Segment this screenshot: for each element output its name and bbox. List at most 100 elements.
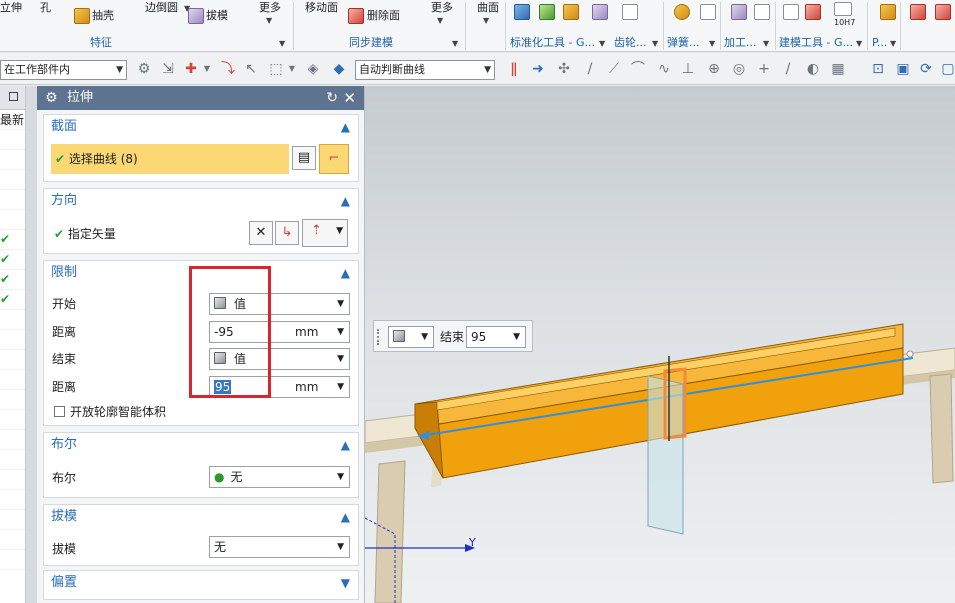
chevron-up-icon[interactable]: ▲ [341, 115, 350, 139]
ribbon-more-button-2[interactable]: 更多 [431, 1, 453, 15]
float-end-input[interactable]: 95 ▼ [466, 326, 526, 348]
chevron-down-icon[interactable]: ▼ [483, 17, 489, 25]
chevron-down-icon[interactable]: ▼ [199, 61, 215, 77]
offset-header[interactable]: 偏置 ▼ [44, 571, 358, 595]
list-item[interactable] [0, 130, 25, 150]
gc-tool-icon-1[interactable] [514, 4, 530, 20]
chevron-up-icon[interactable]: ▲ [341, 433, 350, 457]
snap-point-icon-8[interactable]: ◎ [731, 61, 747, 77]
vector-dialog-button[interactable]: ↳ [275, 221, 299, 245]
filter-icon[interactable]: ⚙ [136, 61, 152, 77]
snap-point-icon-3[interactable]: ⟋ [606, 61, 622, 77]
body-filter-icon[interactable]: ◈ [305, 61, 321, 77]
list-item[interactable]: ✔ [0, 290, 25, 310]
chevron-up-icon[interactable]: ▲ [341, 261, 350, 285]
select-all-icon[interactable]: ⇲ [160, 61, 176, 77]
ribbon-edge-blend-button[interactable]: 边倒圆 [145, 1, 178, 15]
fit-view-icon[interactable]: ⊡ [870, 61, 886, 77]
chevron-down-icon[interactable]: ▼ [337, 377, 344, 397]
selection-scope-select[interactable]: 在工作部件内 ▼ [0, 60, 127, 80]
start-distance-unit[interactable]: mm [295, 322, 318, 342]
chevron-down-icon[interactable]: ▼ [341, 571, 350, 595]
drag-handle[interactable] [377, 329, 381, 345]
snap-point-icon-5[interactable]: ∿ [656, 61, 672, 77]
snap-point-icon-7[interactable]: ⊕ [706, 61, 722, 77]
spring-tool-icon[interactable] [700, 4, 716, 20]
gc-tool-icon-3[interactable] [563, 4, 579, 20]
boolean-select[interactable]: ● 无 ▼ [209, 466, 350, 488]
boolean-header[interactable]: 布尔 ▲ [44, 433, 358, 457]
list-item[interactable] [0, 330, 25, 350]
gc-tool-icon-2[interactable] [539, 4, 555, 20]
ribbon-more-button[interactable]: 更多 [259, 1, 281, 15]
chevron-down-icon[interactable]: ▼ [284, 61, 300, 77]
list-item[interactable] [0, 450, 25, 470]
add-select-icon[interactable]: ✚ [183, 61, 199, 77]
list-item[interactable] [0, 170, 25, 190]
modeling-tool-icon-3[interactable] [834, 2, 852, 16]
gear-tool-icon[interactable] [622, 4, 638, 20]
list-item[interactable] [0, 350, 25, 370]
modeling-tool-icon-2[interactable] [805, 4, 821, 20]
spring-icon[interactable] [674, 4, 690, 20]
list-item[interactable] [0, 190, 25, 210]
list-item[interactable] [0, 490, 25, 510]
rectangle-select-icon[interactable]: ⬚ [268, 61, 284, 77]
chevron-down-icon[interactable]: ▼ [266, 17, 272, 25]
snap-point-icon-12[interactable]: ▦ [830, 61, 846, 77]
list-item[interactable] [0, 530, 25, 550]
dimension-icon-1[interactable] [910, 4, 926, 20]
close-icon[interactable]: ✕ [343, 86, 356, 110]
refresh-icon[interactable]: ⟳ [918, 61, 934, 77]
group-expand-icon[interactable]: ▼ [856, 40, 862, 48]
list-item[interactable] [0, 470, 25, 490]
group-expand-icon[interactable]: ▼ [452, 40, 458, 48]
list-item[interactable] [0, 550, 25, 570]
ribbon-move-face-button[interactable]: 移动面 [305, 1, 338, 15]
list-item[interactable] [0, 510, 25, 530]
list-item[interactable] [0, 390, 25, 410]
follow-fillet-icon[interactable]: ➜ [530, 61, 546, 77]
ribbon-shell-button[interactable]: 抽壳 [92, 9, 114, 23]
dimension-icon-2[interactable] [935, 4, 951, 20]
snap-point-icon-4[interactable]: ⌒ [630, 61, 646, 77]
curve-rule-select[interactable]: 自动判断曲线 ▼ [355, 60, 495, 80]
chevron-down-icon[interactable]: ▼ [437, 17, 443, 25]
list-item[interactable] [0, 210, 25, 230]
reset-icon[interactable]: ↻ [326, 86, 338, 110]
display-icon[interactable]: ▢ [940, 61, 955, 77]
group-expand-icon[interactable]: ▼ [599, 40, 605, 48]
group-expand-icon[interactable]: ▼ [652, 40, 658, 48]
ribbon-surface-button[interactable]: 曲面 [477, 1, 499, 15]
select-curve-row[interactable]: ✔ 选择曲线 (8) [51, 144, 289, 174]
navigator-menu-icon[interactable] [9, 92, 18, 101]
machining-icon-1[interactable] [731, 4, 747, 20]
ribbon-draft-button[interactable]: 拔模 [206, 9, 228, 23]
list-item[interactable]: ✔ [0, 230, 25, 250]
gear-icon[interactable]: ⚙ [45, 86, 58, 110]
list-item[interactable] [0, 150, 25, 170]
dialog-title-bar[interactable]: ⚙ 拉伸 ↻ ✕ [37, 86, 364, 110]
vector-type-dropdown[interactable]: ⇡ ▼ [302, 219, 348, 247]
group-expand-icon[interactable]: ▼ [709, 40, 715, 48]
view-icon[interactable]: ▣ [895, 61, 911, 77]
modeling-tool-icon-1[interactable] [783, 4, 799, 20]
sketch-section-button[interactable]: ▤ [292, 146, 316, 170]
direction-header[interactable]: 方向 ▲ [44, 189, 358, 213]
list-item[interactable] [0, 310, 25, 330]
ribbon-extrude-button[interactable]: 立伸 [0, 1, 22, 15]
snap-point-icon-6[interactable]: ⊥ [680, 61, 696, 77]
float-type-select[interactable]: ▼ [388, 326, 434, 348]
snap-point-icon-9[interactable]: + [756, 61, 772, 77]
list-item[interactable] [0, 410, 25, 430]
chevron-up-icon[interactable]: ▲ [341, 189, 350, 213]
gc-tool-icon-4[interactable] [592, 4, 608, 20]
open-profile-checkbox[interactable] [54, 406, 65, 417]
snap-icon[interactable]: ⤵ [220, 61, 236, 77]
group-expand-icon[interactable]: ▼ [763, 40, 769, 48]
machining-icon-2[interactable] [754, 4, 770, 20]
curve-section-button[interactable]: ⌐ [319, 144, 349, 174]
chevron-down-icon[interactable]: ▼ [337, 322, 344, 342]
ribbon-delete-face-button[interactable]: 删除面 [367, 9, 400, 23]
list-item[interactable] [0, 370, 25, 390]
